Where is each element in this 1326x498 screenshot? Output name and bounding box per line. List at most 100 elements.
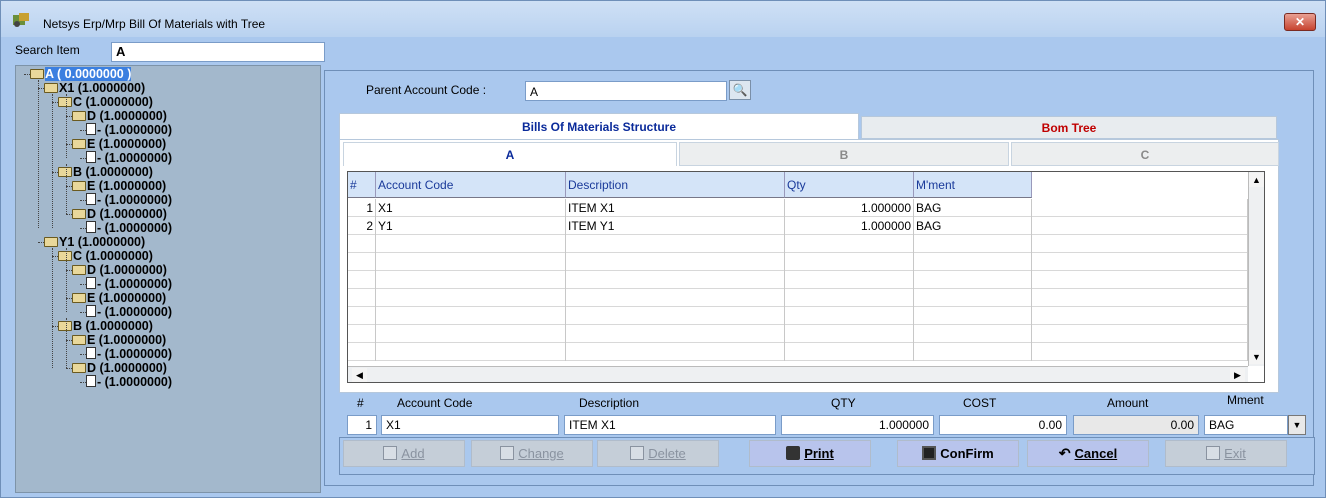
edit-num-field[interactable]: 1	[347, 415, 377, 435]
table-cell[interactable]: 1.000000	[785, 217, 914, 235]
tree-node[interactable]: - (1.0000000)	[86, 305, 172, 319]
scroll-up-icon[interactable]: ▲	[1249, 173, 1264, 187]
tree-node[interactable]: - (1.0000000)	[86, 347, 172, 361]
table-cell[interactable]	[1032, 325, 1248, 343]
subtab-b[interactable]: B	[679, 142, 1009, 166]
scroll-right-icon[interactable]: ▶	[1230, 368, 1245, 382]
confirm-button[interactable]: ConFirm	[897, 440, 1019, 467]
table-cell[interactable]	[376, 307, 566, 325]
table-cell[interactable]	[1032, 199, 1248, 217]
table-cell[interactable]	[566, 289, 785, 307]
col-header-account-code[interactable]: Account Code	[376, 172, 566, 198]
table-cell[interactable]: 2	[348, 217, 376, 235]
tab-bom-tree[interactable]: Bom Tree	[861, 116, 1277, 139]
tree-node[interactable]: B (1.0000000)	[58, 165, 153, 179]
table-cell[interactable]	[348, 325, 376, 343]
table-cell[interactable]	[785, 253, 914, 271]
table-cell[interactable]: BAG	[914, 217, 1032, 235]
tree-node[interactable]: - (1.0000000)	[86, 375, 172, 389]
table-cell[interactable]: 1	[348, 199, 376, 217]
table-cell[interactable]	[785, 289, 914, 307]
table-cell[interactable]	[376, 343, 566, 361]
tree-node[interactable]: B (1.0000000)	[58, 319, 153, 333]
table-cell[interactable]	[566, 307, 785, 325]
table-cell[interactable]	[376, 325, 566, 343]
empty-row[interactable]	[348, 235, 1248, 253]
col-header-qty[interactable]: Qty	[785, 172, 914, 198]
table-cell[interactable]	[1032, 217, 1248, 235]
table-cell[interactable]	[785, 235, 914, 253]
table-cell[interactable]	[348, 235, 376, 253]
edit-qty-field[interactable]: 1.000000	[781, 415, 934, 435]
edit-cost-field[interactable]: 0.00	[939, 415, 1067, 435]
cancel-button[interactable]: ↶ Cancel	[1027, 440, 1149, 467]
table-cell[interactable]	[914, 289, 1032, 307]
tree-node[interactable]: D (1.0000000)	[72, 207, 167, 221]
table-cell[interactable]	[785, 307, 914, 325]
table-cell[interactable]	[566, 253, 785, 271]
tree-node[interactable]: E (1.0000000)	[72, 179, 166, 193]
table-cell[interactable]	[1032, 271, 1248, 289]
tree-node[interactable]: C (1.0000000)	[58, 95, 153, 109]
table-cell[interactable]	[566, 343, 785, 361]
table-row[interactable]: 2 Y1 ITEM Y1 1.000000 BAG	[348, 217, 1248, 235]
tree-node[interactable]: D (1.0000000)	[72, 263, 167, 277]
table-cell[interactable]	[785, 343, 914, 361]
table-cell[interactable]	[348, 271, 376, 289]
table-cell[interactable]	[348, 289, 376, 307]
table-cell[interactable]	[1032, 235, 1248, 253]
delete-button[interactable]: Delete	[597, 440, 719, 467]
subtab-a[interactable]: A	[343, 142, 677, 166]
table-cell[interactable]	[914, 325, 1032, 343]
lookup-button[interactable]: 🔍	[729, 80, 751, 100]
tree-node[interactable]: E (1.0000000)	[72, 137, 166, 151]
table-cell[interactable]	[376, 271, 566, 289]
empty-row[interactable]	[348, 253, 1248, 271]
tree-node[interactable]: - (1.0000000)	[86, 193, 172, 207]
table-cell[interactable]: ITEM X1	[566, 199, 785, 217]
empty-row[interactable]	[348, 343, 1248, 361]
table-cell[interactable]: ITEM Y1	[566, 217, 785, 235]
tab-bom-structure[interactable]: Bills Of Materials Structure	[339, 113, 859, 139]
search-input[interactable]: A	[111, 42, 325, 62]
table-cell[interactable]	[1032, 289, 1248, 307]
empty-row[interactable]	[348, 325, 1248, 343]
empty-row[interactable]	[348, 307, 1248, 325]
scroll-left-icon[interactable]: ◀	[352, 368, 367, 382]
table-cell[interactable]	[1032, 307, 1248, 325]
close-button[interactable]: ✕	[1284, 13, 1316, 31]
tree-node[interactable]: - (1.0000000)	[86, 123, 172, 137]
table-cell[interactable]	[914, 343, 1032, 361]
tree-node[interactable]: C (1.0000000)	[58, 249, 153, 263]
empty-row[interactable]	[348, 271, 1248, 289]
subtab-c[interactable]: C	[1011, 142, 1279, 166]
table-cell[interactable]	[785, 271, 914, 289]
edit-mment-select[interactable]: BAG	[1204, 415, 1288, 435]
table-cell[interactable]	[914, 307, 1032, 325]
tree-node[interactable]: - (1.0000000)	[86, 221, 172, 235]
add-button[interactable]: Add	[343, 440, 465, 467]
table-cell[interactable]	[566, 235, 785, 253]
table-cell[interactable]	[376, 289, 566, 307]
table-row[interactable]: 1 X1 ITEM X1 1.000000 BAG	[348, 199, 1248, 217]
tree-node[interactable]: Y1 (1.0000000)	[44, 235, 145, 249]
table-cell[interactable]	[566, 325, 785, 343]
table-cell[interactable]: BAG	[914, 199, 1032, 217]
col-header-description[interactable]: Description	[566, 172, 785, 198]
bom-tree[interactable]: A ( 0.0000000 ) X1 (1.0000000) C (1.000000…	[15, 65, 321, 493]
table-cell[interactable]	[348, 307, 376, 325]
tree-node[interactable]: D (1.0000000)	[72, 109, 167, 123]
table-cell[interactable]	[566, 271, 785, 289]
col-header-mment[interactable]: M'ment	[914, 172, 1032, 198]
tree-node[interactable]: X1 (1.0000000)	[44, 81, 145, 95]
tree-node[interactable]: - (1.0000000)	[86, 151, 172, 165]
table-cell[interactable]	[914, 235, 1032, 253]
table-cell[interactable]	[1032, 343, 1248, 361]
tree-node[interactable]: D (1.0000000)	[72, 361, 167, 375]
tree-node[interactable]: E (1.0000000)	[72, 333, 166, 347]
bom-grid[interactable]: # Account Code Description Qty M'ment 1X…	[347, 171, 1265, 383]
col-header-num[interactable]: #	[348, 172, 376, 198]
empty-row[interactable]	[348, 289, 1248, 307]
vertical-scrollbar[interactable]: ▲ ▼	[1248, 172, 1264, 366]
table-cell[interactable]: Y1	[376, 217, 566, 235]
